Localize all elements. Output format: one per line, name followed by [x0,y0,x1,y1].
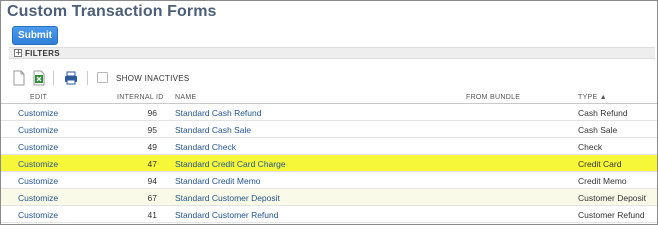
filters-label[interactable]: FILTERS [25,49,60,58]
table-row: Customize 41 Standard Customer Refund Cu… [1,206,657,223]
column-header-name[interactable]: NAME [175,94,196,101]
form-type: Cash Sale [578,125,618,135]
filters-bar[interactable]: + FILTERS [9,47,655,59]
internal-id: 95 [147,125,157,135]
table-row: Customize 96 Standard Cash Refund Cash R… [1,104,657,121]
internal-id: 41 [147,210,157,220]
form-type: Credit Memo [578,176,627,186]
list-toolbar: SHOW INACTIVES [9,68,655,88]
internal-id: 94 [147,176,157,186]
expand-plus-icon[interactable]: + [14,49,22,57]
form-name-link[interactable]: Standard Cash Sale [175,125,251,135]
form-name-link[interactable]: Standard Credit Memo [175,176,261,186]
customize-link[interactable]: Customize [18,210,58,220]
table-row-highlighted: Customize 47 Standard Credit Card Charge… [1,155,657,172]
customize-link[interactable]: Customize [18,193,58,203]
submit-button[interactable]: Submit [12,26,58,45]
toolbar-separator [87,71,88,85]
form-type: Credit Card [578,159,622,169]
customize-link[interactable]: Customize [18,159,58,169]
column-header-from-bundle[interactable]: FROM BUNDLE [466,94,520,101]
table-row: Customize 95 Standard Cash Sale Cash Sal… [1,121,657,138]
form-type: Customer Refund [578,210,645,220]
show-inactives-checkbox[interactable] [97,72,108,83]
internal-id: 67 [147,193,157,203]
table-row: Customize 67 Standard Customer Deposit C… [1,189,657,206]
column-header-type[interactable]: TYPE ▲ [578,94,607,101]
form-name-link[interactable]: Standard Check [175,142,236,152]
export-excel-icon[interactable] [32,70,46,86]
form-name-link[interactable]: Standard Credit Card Charge [175,159,286,169]
table-row: Customize 94 Standard Credit Memo Credit… [1,172,657,189]
internal-id: 49 [147,142,157,152]
table-row: Customize 49 Standard Check Check [1,138,657,155]
toolbar-separator [53,71,54,85]
form-type: Cash Refund [578,108,628,118]
internal-id: 47 [147,159,157,169]
table-header: EDIT INTERNAL ID NAME FROM BUNDLE TYPE ▲ [1,92,657,104]
form-name-link[interactable]: Standard Cash Refund [175,108,261,118]
customize-link[interactable]: Customize [18,142,58,152]
show-inactives-label[interactable]: SHOW INACTIVES [116,74,190,83]
page-title: Custom Transaction Forms [7,3,217,20]
column-header-edit[interactable]: EDIT [30,94,47,101]
customize-link[interactable]: Customize [18,176,58,186]
form-name-link[interactable]: Standard Customer Deposit [175,193,280,203]
print-icon[interactable] [63,70,79,86]
new-document-icon[interactable] [12,70,26,86]
forms-table: EDIT INTERNAL ID NAME FROM BUNDLE TYPE ▲… [1,92,657,223]
form-type: Customer Deposit [578,193,647,203]
customize-link[interactable]: Customize [18,108,58,118]
form-name-link[interactable]: Standard Customer Refund [175,210,278,220]
customize-link[interactable]: Customize [18,125,58,135]
column-header-internal-id[interactable]: INTERNAL ID [117,94,164,101]
form-type: Check [578,142,603,152]
internal-id: 96 [147,108,157,118]
